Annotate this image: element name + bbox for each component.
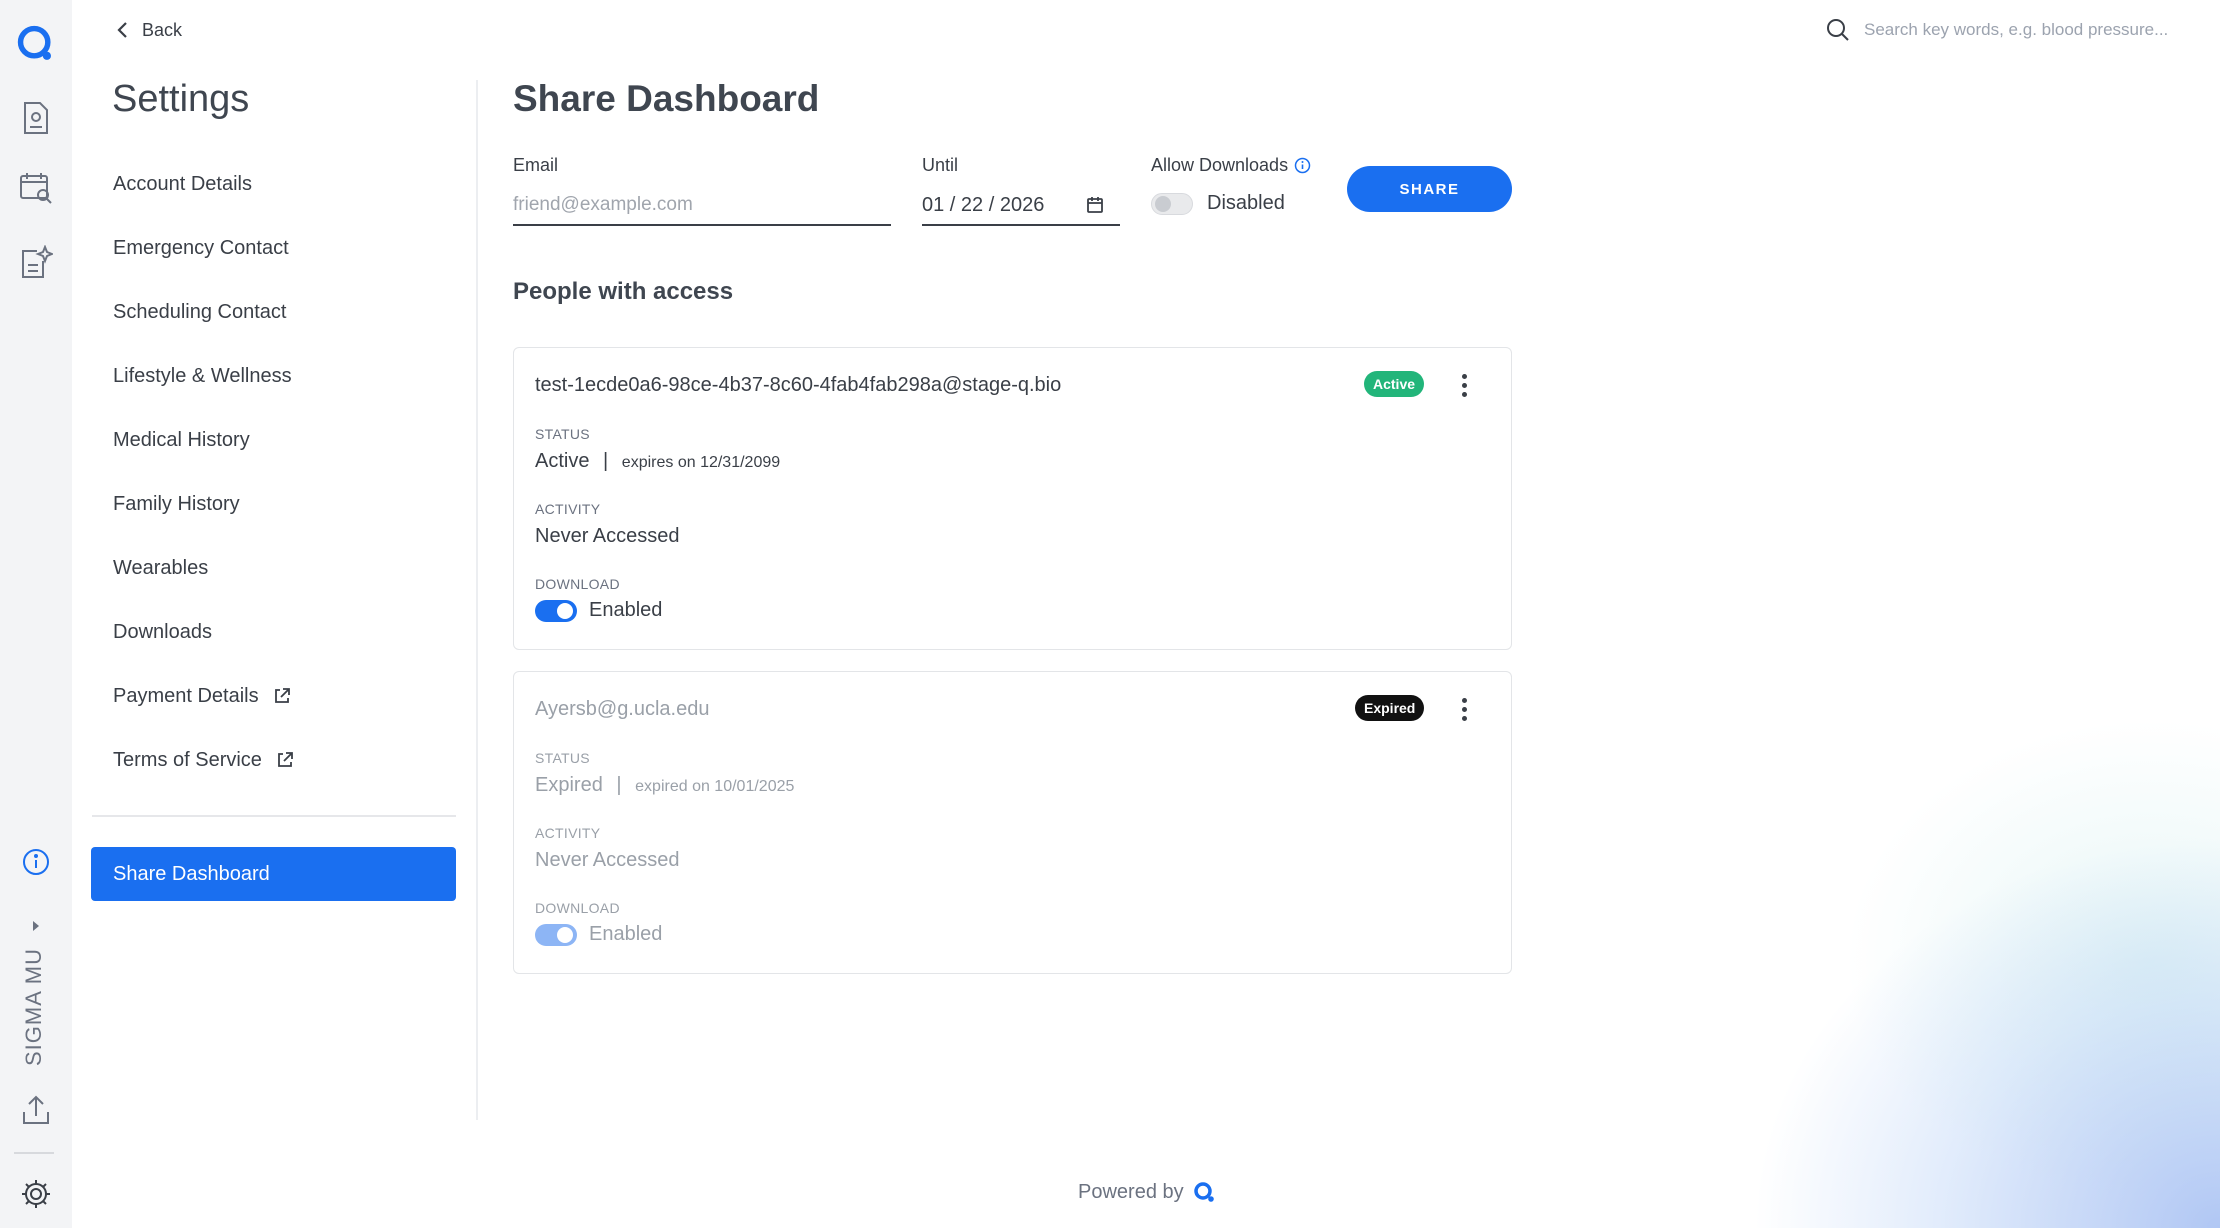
- activity-label: ACTIVITY: [535, 501, 601, 517]
- nav-item-scheduling-contact[interactable]: Scheduling Contact: [92, 280, 456, 344]
- calendar-icon[interactable]: [1086, 196, 1104, 214]
- nav-label: Family History: [113, 492, 240, 515]
- settings-nav: Account Details Emergency Contact Schedu…: [92, 152, 456, 792]
- external-link-icon: [274, 688, 290, 703]
- info-icon[interactable]: [1294, 157, 1311, 174]
- nav-label: Payment Details: [113, 684, 259, 707]
- until-date-field[interactable]: 01 / 22 / 2026: [922, 186, 1120, 226]
- allow-downloads-toggle-row: Disabled: [1151, 192, 1285, 215]
- expiry-text: expires on 12/31/2099: [621, 454, 781, 471]
- nav-item-account-details[interactable]: Account Details: [92, 152, 456, 216]
- nav-label: Wearables: [113, 556, 209, 579]
- nav-label: Scheduling Contact: [113, 300, 287, 323]
- nav-item-wearables[interactable]: Wearables: [92, 536, 456, 600]
- share-button[interactable]: SHARE: [1347, 166, 1512, 212]
- nav-item-medical-history[interactable]: Medical History: [92, 408, 456, 472]
- search-icon: [1827, 19, 1849, 41]
- gear-icon[interactable]: [16, 1174, 56, 1214]
- document-sparkle-icon[interactable]: [16, 242, 56, 282]
- nav-item-family-history[interactable]: Family History: [92, 472, 456, 536]
- page-title: Share Dashboard: [513, 78, 820, 119]
- download-toggle: [535, 923, 577, 946]
- report-icon[interactable]: [16, 98, 56, 138]
- access-email: Ayersb@g.ucla.edu: [535, 698, 710, 720]
- until-label: Until: [922, 155, 959, 175]
- download-toggle[interactable]: [535, 599, 577, 622]
- email-label: Email: [513, 155, 559, 175]
- nav-label: Medical History: [113, 428, 250, 451]
- chevron-left-icon: [117, 22, 127, 38]
- column-divider: [476, 80, 478, 1120]
- nav-item-emergency-contact[interactable]: Emergency Contact: [92, 216, 456, 280]
- status-badge: Expired: [1355, 695, 1425, 721]
- until-date-value: 01 / 22 / 2026: [922, 193, 1045, 216]
- powered-by: Powered by: [1078, 1180, 1216, 1204]
- status-separator: |: [616, 774, 622, 796]
- nav-label: Terms of Service: [113, 748, 262, 771]
- nav-item-lifestyle-wellness[interactable]: Lifestyle & Wellness: [92, 344, 456, 408]
- download-state: Enabled: [589, 599, 663, 621]
- powered-by-text: Powered by: [1078, 1180, 1184, 1203]
- settings-title: Settings: [112, 78, 250, 120]
- allow-downloads-text: Allow Downloads: [1151, 155, 1289, 175]
- status-badge: Active: [1364, 371, 1425, 397]
- external-link-icon: [278, 752, 293, 767]
- upload-icon[interactable]: [16, 1090, 56, 1130]
- email-field[interactable]: [513, 186, 891, 226]
- search-input[interactable]: Search key words, e.g. blood pressure...: [1864, 20, 2168, 40]
- download-row: Enabled: [535, 599, 662, 622]
- download-label: DOWNLOAD: [535, 900, 620, 916]
- q-logo-icon[interactable]: [16, 24, 56, 64]
- access-email: test-1ecde0a6-98ce-4b37-8c60-4fab4fab298…: [535, 374, 1062, 396]
- back-button[interactable]: Back: [116, 14, 182, 46]
- nav-label: Emergency Contact: [113, 236, 289, 259]
- nav-label: Lifestyle & Wellness: [113, 364, 292, 387]
- search-box[interactable]: Search key words, e.g. blood pressure...: [1826, 12, 2206, 48]
- nav-label: Account Details: [113, 172, 252, 195]
- status-separator: |: [603, 450, 609, 472]
- rail-divider: [14, 1152, 54, 1154]
- activity-value: Never Accessed: [535, 849, 680, 871]
- allow-downloads-label: Allow Downloads: [1151, 155, 1311, 176]
- info-icon[interactable]: [16, 842, 56, 882]
- toggle-knob: [1155, 195, 1171, 212]
- status-value: Active | expires on 12/31/2099: [535, 450, 780, 473]
- toggle-knob: [557, 602, 573, 619]
- people-with-access-title: People with access: [513, 278, 734, 305]
- icon-rail: SIGMA MU: [0, 0, 72, 1228]
- more-options-icon[interactable]: [1454, 368, 1474, 402]
- access-card: test-1ecde0a6-98ce-4b37-8c60-4fab4fab298…: [513, 347, 1512, 650]
- nav-item-downloads[interactable]: Downloads: [92, 600, 456, 664]
- status-value: Expired | expired on 10/01/2025: [535, 774, 794, 797]
- download-row: Enabled: [535, 923, 662, 946]
- calendar-search-icon[interactable]: [16, 168, 56, 208]
- more-options-icon[interactable]: [1454, 692, 1474, 726]
- status-text: Active: [535, 450, 590, 472]
- nav-divider: [92, 815, 456, 817]
- access-card: Ayersb@g.ucla.edu Expired STATUS Expired…: [513, 671, 1512, 974]
- allow-downloads-state: Disabled: [1207, 192, 1285, 214]
- q-logo-icon: [1193, 1182, 1214, 1202]
- activity-label: ACTIVITY: [535, 825, 601, 841]
- download-state: Enabled: [589, 923, 663, 945]
- status-label: STATUS: [535, 426, 590, 442]
- activity-value: Never Accessed: [535, 525, 680, 547]
- chevron-right-icon[interactable]: [16, 908, 56, 944]
- nav-item-payment-details[interactable]: Payment Details: [92, 664, 456, 728]
- download-label: DOWNLOAD: [535, 576, 620, 592]
- toggle-knob: [557, 926, 573, 943]
- expiry-text: expired on 10/01/2025: [635, 778, 795, 795]
- allow-downloads-toggle[interactable]: [1151, 192, 1193, 215]
- org-name: SIGMA MU: [21, 947, 47, 1067]
- nav-label: Downloads: [113, 620, 212, 643]
- nav-item-share-dashboard[interactable]: Share Dashboard: [91, 847, 456, 901]
- status-label: STATUS: [535, 750, 590, 766]
- status-text: Expired: [535, 774, 603, 796]
- back-label: Back: [142, 19, 183, 40]
- nav-item-terms-of-service[interactable]: Terms of Service: [92, 728, 456, 792]
